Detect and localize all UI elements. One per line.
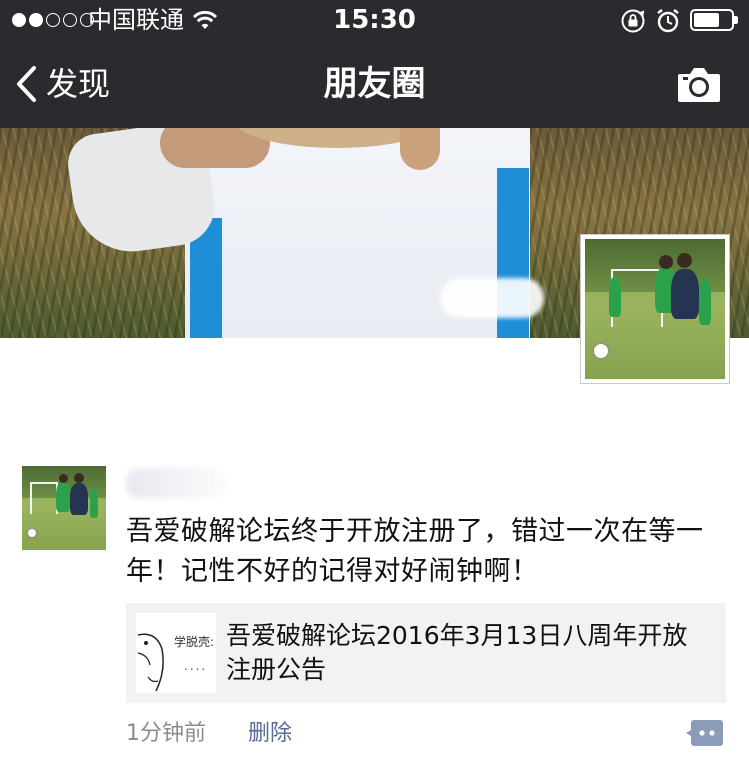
- battery-icon: [690, 9, 738, 33]
- cartoon-face-icon: [137, 633, 164, 692]
- nav-bar: 发现 朋友圈: [0, 40, 749, 128]
- page-title: 朋友圈: [323, 64, 426, 104]
- alarm-icon: [657, 8, 679, 33]
- post-text: 吾爱破解论坛终于开放注册了，错过一次在等一年！记性不好的记得对好闹钟啊！: [126, 516, 704, 587]
- blurred-region: [440, 278, 544, 318]
- delete-link[interactable]: 删除: [248, 719, 292, 749]
- battery-level: [694, 13, 719, 27]
- link-thumb-text: 学脱壳:: [174, 635, 215, 649]
- comment-icon[interactable]: [686, 718, 724, 748]
- link-thumb-dots: ....: [184, 659, 208, 673]
- post-author-name[interactable]: [126, 468, 226, 498]
- post-timestamp: 1分钟前: [126, 721, 206, 746]
- link-thumbnail: 学脱壳: ....: [136, 613, 216, 693]
- post-author-avatar[interactable]: [22, 466, 106, 550]
- status-bar: 中国联通 15:30: [0, 0, 749, 40]
- shared-link-card[interactable]: 学脱壳: .... 吾爱破解论坛2016年3月13日八周年开放注册公告: [126, 603, 726, 703]
- profile-avatar[interactable]: [580, 234, 730, 384]
- link-title: 吾爱破解论坛2016年3月13日八周年开放注册公告: [226, 621, 688, 684]
- rotation-lock-icon: [621, 9, 645, 33]
- top-bar: 中国联通 15:30 发现 朋友圈: [0, 0, 749, 128]
- camera-icon[interactable]: [676, 64, 722, 104]
